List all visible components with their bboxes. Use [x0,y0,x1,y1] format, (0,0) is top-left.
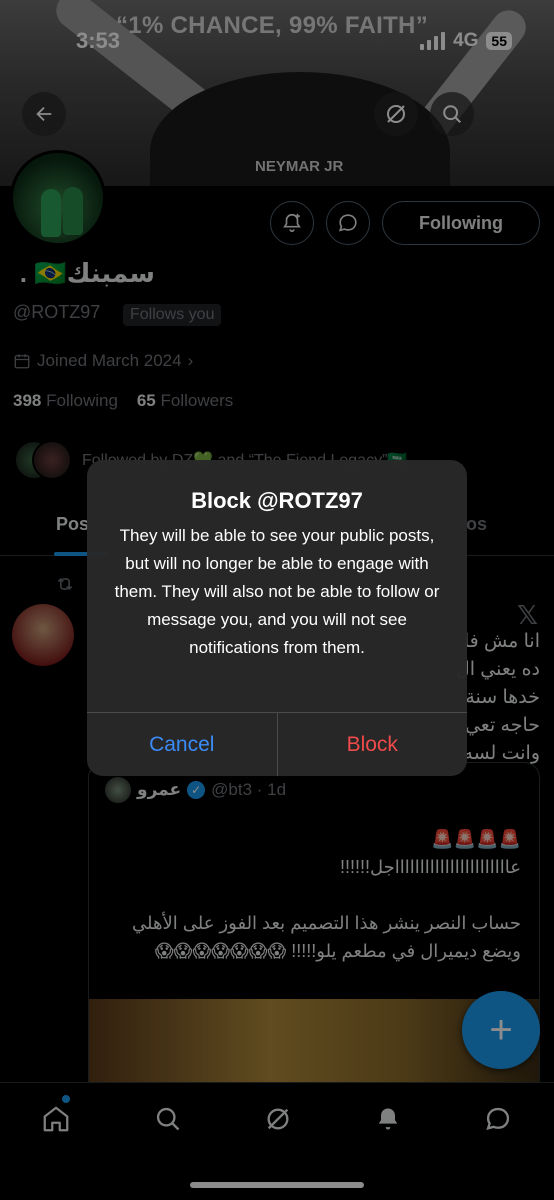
dialog-actions: Cancel Block [87,712,467,776]
cancel-button[interactable]: Cancel [87,713,278,776]
block-button[interactable]: Block [278,713,468,776]
dialog-title: Block @ROTZ97 [191,488,363,513]
dialog-message: They will be able to see your public pos… [114,526,440,657]
block-dialog: Block @ROTZ97 They will be able to see y… [87,460,467,776]
